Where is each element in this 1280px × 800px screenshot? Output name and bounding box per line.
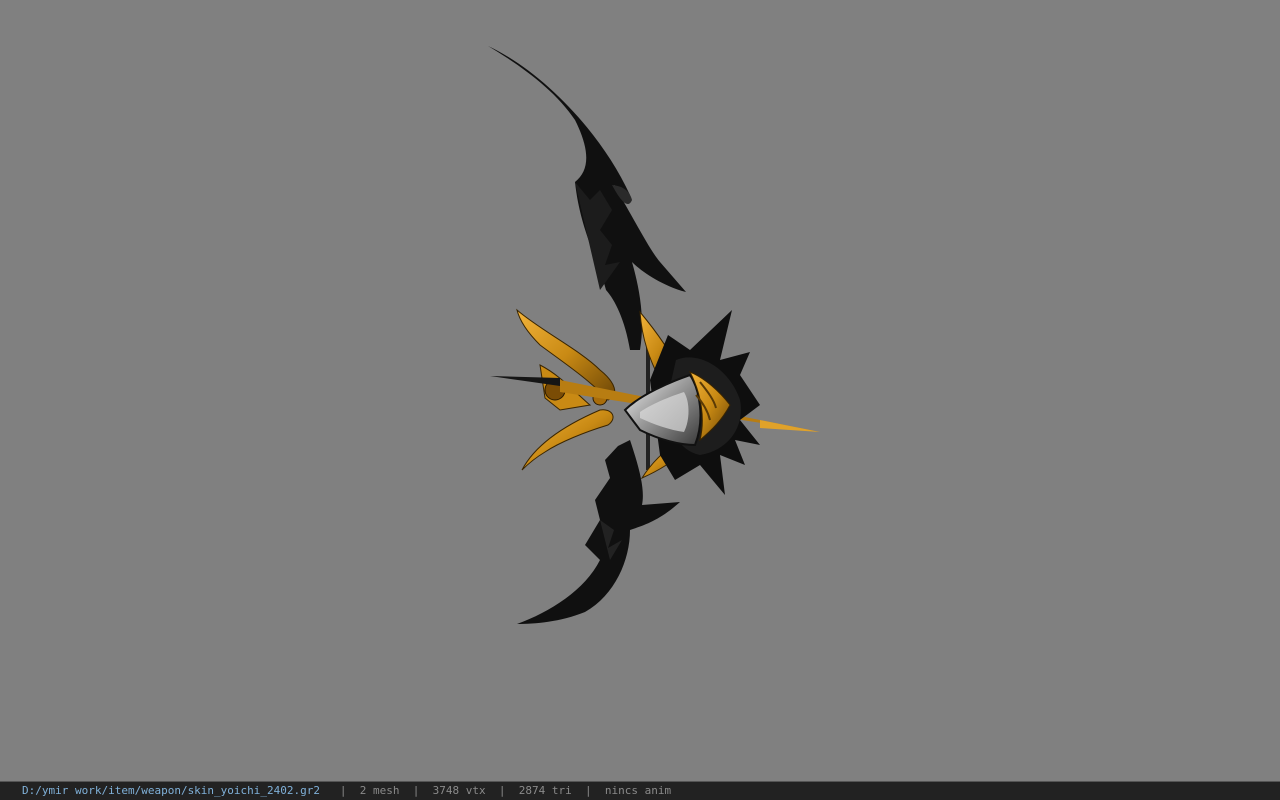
- 3d-viewport[interactable]: [0, 0, 1280, 781]
- triangle-count: 2874 tri: [518, 784, 572, 797]
- vertex-count: 3748 vtx: [432, 784, 486, 797]
- separator: |: [498, 784, 506, 797]
- mesh-count: 2 mesh: [359, 784, 400, 797]
- status-bar: D:/ymir work/item/weapon/skin_yoichi_240…: [0, 781, 1280, 800]
- separator: |: [584, 784, 592, 797]
- upper-limb: [488, 46, 686, 350]
- separator: |: [339, 784, 347, 797]
- animation-status: nincs anim: [604, 784, 672, 797]
- file-path: D:/ymir work/item/weapon/skin_yoichi_240…: [22, 784, 321, 797]
- bow-model[interactable]: [0, 0, 1280, 781]
